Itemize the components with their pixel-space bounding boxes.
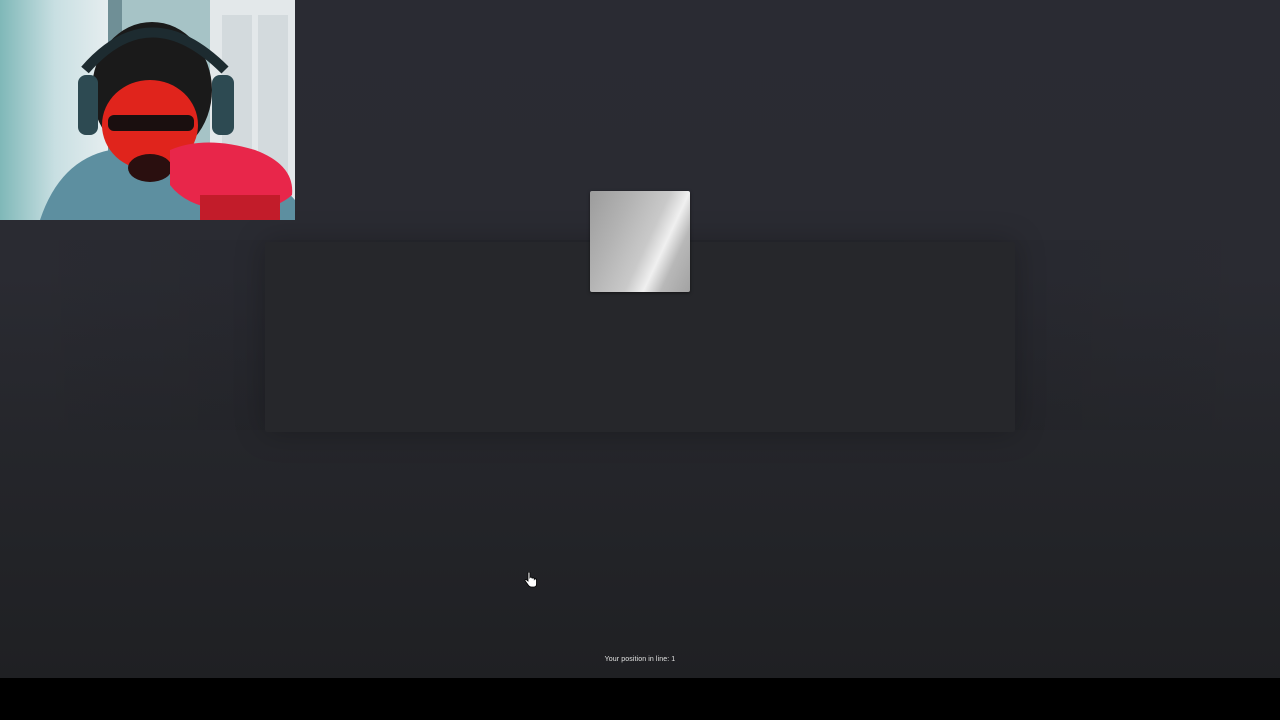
webcam-video-feed — [0, 0, 295, 220]
queue-position-text: Your position in line: 1 — [604, 656, 676, 663]
bottom-bar — [0, 678, 1280, 720]
stage-background: Your position in line: 1 — [0, 0, 1280, 678]
webcam-overlay — [0, 0, 295, 220]
hand-pointer-icon — [524, 572, 537, 588]
loading-placeholder-card — [590, 191, 690, 292]
